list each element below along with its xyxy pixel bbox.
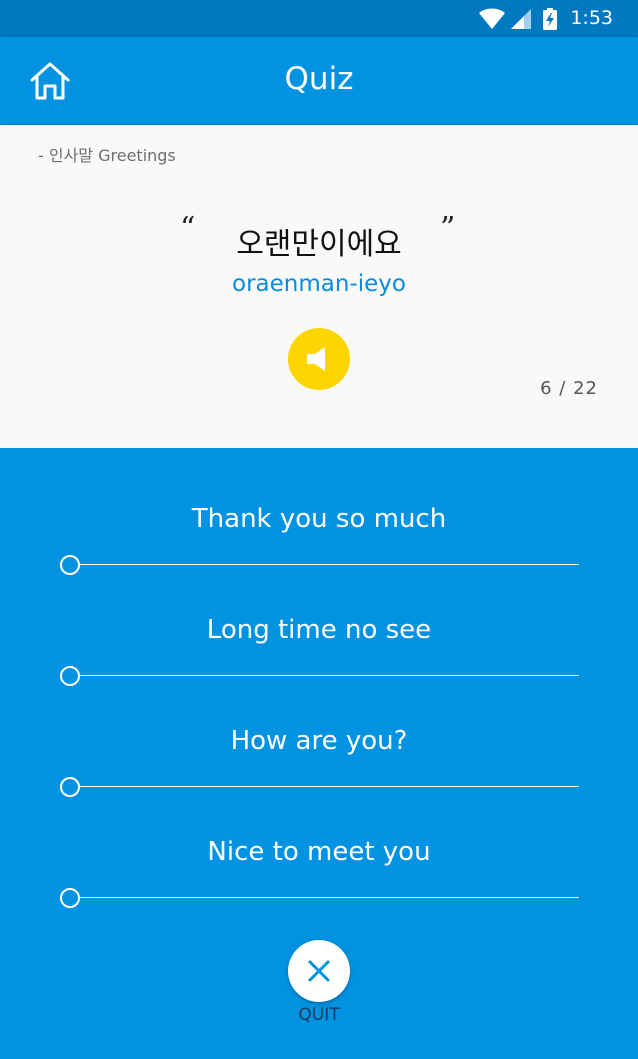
answer-option-4[interactable]: Nice to meet you xyxy=(0,837,638,937)
close-quote: ” xyxy=(440,211,456,246)
answer-option-label: How are you? xyxy=(230,726,408,756)
category-label: - 인사말 Greetings xyxy=(38,146,176,165)
answer-option-3[interactable]: How are you? xyxy=(0,726,638,826)
speaker-icon xyxy=(307,347,325,371)
answer-option-label: Thank you so much xyxy=(191,504,447,534)
answer-line xyxy=(78,786,579,787)
romanization: oraenman-ieyo xyxy=(232,271,406,297)
quit-label: QUIT xyxy=(298,1005,340,1025)
status-bar: 1:53 xyxy=(0,0,638,37)
status-time: 1:53 xyxy=(570,7,613,29)
app-bar: Quiz xyxy=(0,37,638,124)
radio-button[interactable] xyxy=(60,777,80,797)
wifi-icon xyxy=(479,8,505,29)
battery-icon xyxy=(543,8,557,30)
answer-line xyxy=(78,897,579,898)
answer-option-1[interactable]: Thank you so much xyxy=(0,504,638,604)
answer-line xyxy=(78,675,579,676)
home-button[interactable] xyxy=(28,59,72,103)
answer-option-label: Nice to meet you xyxy=(207,837,431,867)
radio-button[interactable] xyxy=(60,888,80,908)
page-title: Quiz xyxy=(284,61,354,97)
home-icon xyxy=(30,62,70,100)
radio-button[interactable] xyxy=(60,555,80,575)
close-icon xyxy=(308,960,330,982)
play-audio-button[interactable] xyxy=(288,328,350,390)
quit-button[interactable] xyxy=(288,940,350,1002)
question-counter: 6 / 22 xyxy=(540,378,598,399)
answer-option-2[interactable]: Long time no see xyxy=(0,615,638,715)
question-card: - 인사말 Greetings “ 오랜만이에요 ” oraenman-ieyo… xyxy=(0,125,638,448)
radio-button[interactable] xyxy=(60,666,80,686)
cell-signal-icon xyxy=(511,9,531,29)
korean-phrase: 오랜만이에요 xyxy=(236,227,402,262)
answer-line xyxy=(78,564,579,565)
answer-option-label: Long time no see xyxy=(206,615,432,645)
